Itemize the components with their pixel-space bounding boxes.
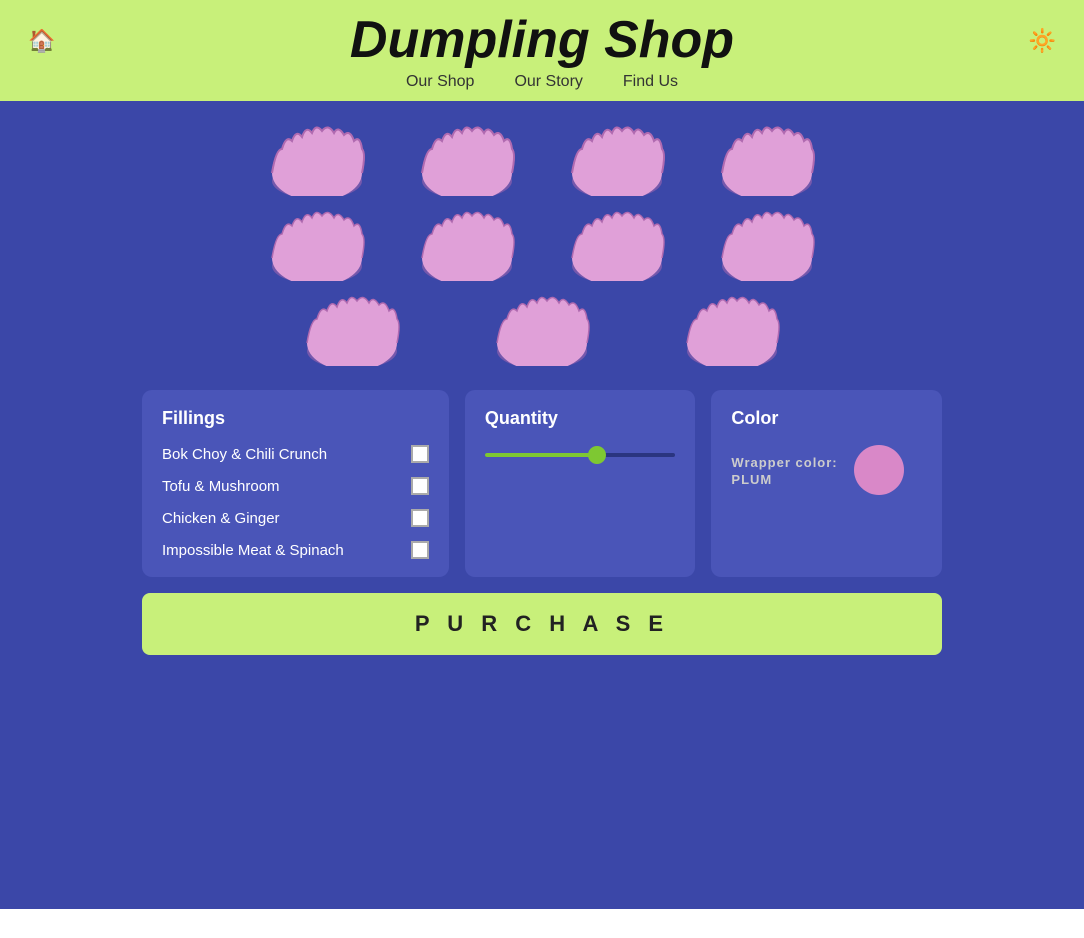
color-panel: Color Wrapper color: PLUM <box>711 390 942 577</box>
quantity-label: Quantity <box>485 408 676 429</box>
filling-name-4: Impossible Meat & Spinach <box>162 542 344 559</box>
dumpling <box>487 291 597 366</box>
nav-find-us[interactable]: Find Us <box>623 73 678 91</box>
dumpling <box>262 206 372 281</box>
filling-name-2: Tofu & Mushroom <box>162 478 280 495</box>
header: 🏠 Dumpling Shop Our Shop Our Story Find … <box>0 0 1084 101</box>
dumpling-row-3 <box>142 291 942 366</box>
filling-name-1: Bok Choy & Chili Crunch <box>162 446 327 463</box>
settings-icon[interactable]: 🔆 <box>1029 28 1056 54</box>
dumpling <box>262 121 372 196</box>
filling-checkbox-3[interactable] <box>411 509 429 527</box>
dumpling-row-2 <box>142 206 942 281</box>
page-title: Dumpling Shop <box>350 12 734 69</box>
quantity-slider-thumb[interactable] <box>588 446 606 464</box>
fillings-panel: Fillings Bok Choy & Chili Crunch Tofu & … <box>142 390 449 577</box>
filling-checkbox-2[interactable] <box>411 477 429 495</box>
dumpling <box>562 121 672 196</box>
color-swatch[interactable] <box>854 445 904 495</box>
dumpling <box>412 121 522 196</box>
controls-area: Fillings Bok Choy & Chili Crunch Tofu & … <box>142 390 942 577</box>
fillings-label: Fillings <box>162 408 429 429</box>
quantity-slider-container <box>485 445 676 465</box>
dumpling <box>297 291 407 366</box>
dumpling <box>677 291 787 366</box>
home-icon[interactable]: 🏠 <box>28 28 55 54</box>
filling-name-3: Chicken & Ginger <box>162 510 280 527</box>
slider-fill <box>485 453 599 457</box>
nav-our-shop[interactable]: Our Shop <box>406 73 474 91</box>
main-content: Fillings Bok Choy & Chili Crunch Tofu & … <box>0 101 1084 909</box>
filling-item-1: Bok Choy & Chili Crunch <box>162 445 429 463</box>
main-nav: Our Shop Our Story Find Us <box>406 73 678 91</box>
color-label: Color <box>731 408 922 429</box>
filling-checkbox-4[interactable] <box>411 541 429 559</box>
dumpling <box>712 206 822 281</box>
filling-item-2: Tofu & Mushroom <box>162 477 429 495</box>
color-display: Wrapper color: PLUM <box>731 445 922 495</box>
wrapper-color-label: Wrapper color: PLUM <box>731 453 837 487</box>
dumpling <box>562 206 672 281</box>
dumpling-row-1 <box>142 121 942 196</box>
filling-checkbox-1[interactable] <box>411 445 429 463</box>
dumpling <box>712 121 822 196</box>
purchase-button[interactable]: P U R C H A S E <box>142 593 942 655</box>
dumpling-grid <box>142 121 942 366</box>
filling-item-4: Impossible Meat & Spinach <box>162 541 429 559</box>
nav-our-story[interactable]: Our Story <box>514 73 582 91</box>
slider-track <box>485 453 676 457</box>
quantity-panel: Quantity <box>465 390 696 577</box>
dumpling <box>412 206 522 281</box>
filling-item-3: Chicken & Ginger <box>162 509 429 527</box>
